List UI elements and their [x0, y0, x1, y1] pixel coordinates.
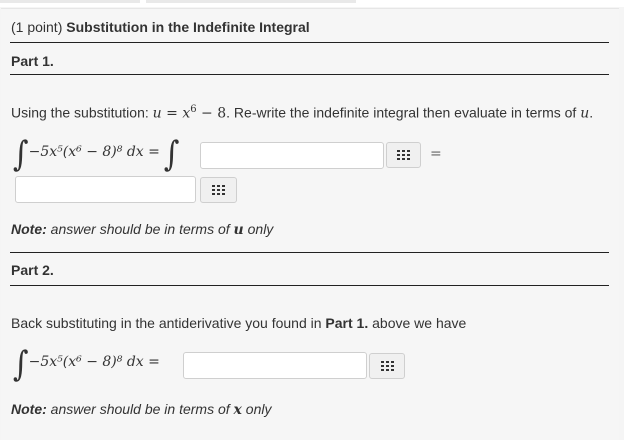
integrand: −5x⁵(x⁶ − 8)⁸ dx =	[28, 354, 160, 370]
divider	[10, 285, 609, 286]
keyboard-icon	[212, 185, 225, 195]
equals-sign: =	[430, 146, 442, 162]
divider	[10, 252, 609, 253]
tab-marker	[146, 0, 356, 3]
points-label: (1 point)	[11, 19, 63, 35]
equation-editor-button[interactable]	[386, 142, 421, 168]
equation-editor-button[interactable]	[200, 177, 237, 203]
problem-header: (1 point) Substitution in the Indefinite…	[11, 19, 310, 35]
part2-label: Part 2.	[11, 262, 54, 278]
integral-sign: ∫	[13, 134, 29, 175]
part2-instruction: Back substituting in the antiderivative …	[11, 315, 467, 331]
part1-instruction: Using the substitution: u = x6 − 8. Re-w…	[11, 104, 594, 122]
part1-integral-expression: ∫−5x⁵(x⁶ − 8)⁸ dx = ∫	[13, 134, 180, 175]
keyboard-icon	[380, 361, 394, 371]
problem-title: Substitution in the Indefinite Integral	[66, 19, 310, 35]
sub-var-u: u	[152, 105, 162, 122]
keyboard-icon	[397, 150, 410, 160]
part2-answer-input[interactable]	[183, 352, 367, 379]
part1-note: Note: answer should be in terms of u onl…	[11, 221, 274, 238]
part2-integral-expression: ∫−5x⁵(x⁶ − 8)⁸ dx =	[13, 344, 160, 385]
integral-sign: ∫	[13, 344, 29, 385]
part2-note: Note: answer should be in terms of x onl…	[11, 401, 272, 418]
integrand: −5x⁵(x⁶ − 8)⁸ dx =	[28, 144, 160, 160]
integral-sign: ∫	[163, 134, 180, 175]
part1-answer-input-1[interactable]	[200, 142, 384, 169]
equation-editor-button[interactable]	[369, 353, 405, 379]
divider	[10, 42, 609, 43]
part1-answer-input-2[interactable]	[15, 176, 196, 203]
top-tab-strip	[0, 0, 624, 7]
part1-label: Part 1.	[11, 53, 54, 69]
divider	[10, 74, 609, 75]
tab-marker	[0, 0, 140, 3]
